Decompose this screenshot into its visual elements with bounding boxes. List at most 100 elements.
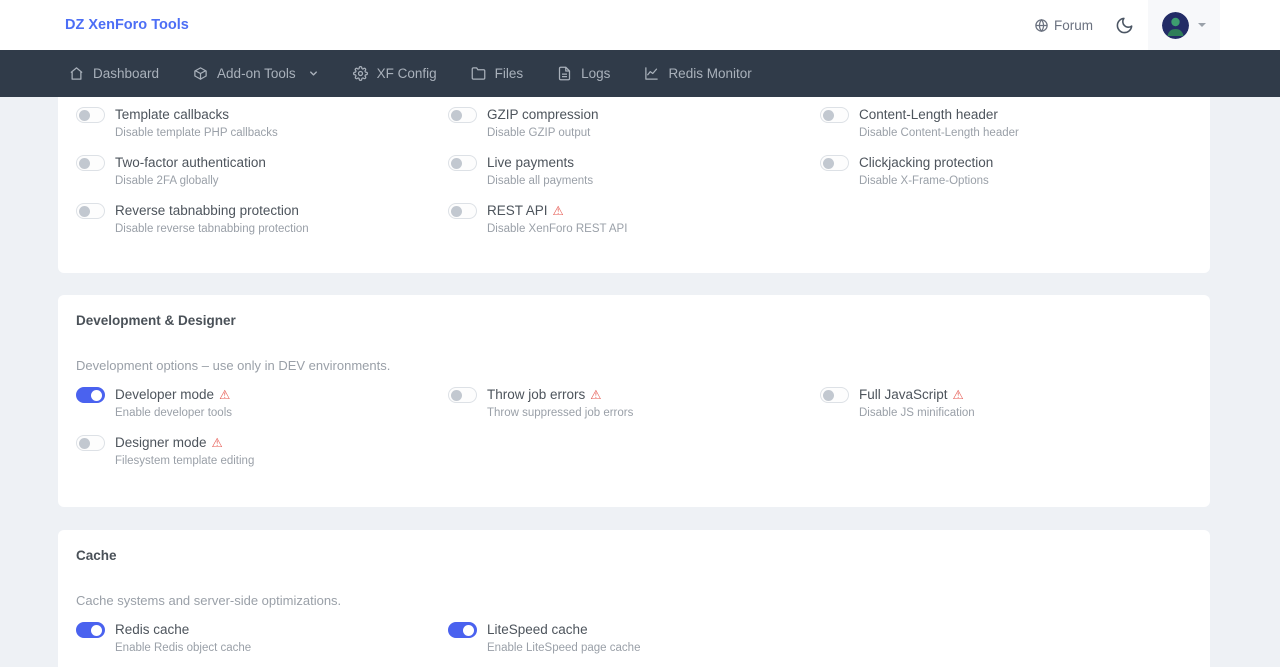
toggle-sublabel: Disable GZIP output — [487, 127, 599, 139]
toggle-label: Throw job errors⚠ — [487, 387, 602, 402]
toggle-label: LiteSpeed cache — [487, 622, 588, 637]
toggle-row-throw-job-errors: Throw job errors⚠ Throw suppressed job e… — [448, 386, 820, 419]
toggle-row-developer-mode: Developer mode⚠ Enable developer tools — [76, 386, 448, 419]
toggle-switch[interactable] — [820, 387, 849, 403]
chevron-down-icon — [308, 68, 319, 79]
toggle-row-content-length-header: Content-Length header Disable Content-Le… — [820, 106, 1192, 139]
toggle-label: Redis cache — [115, 622, 189, 637]
toggle-label: REST API⚠ — [487, 203, 564, 218]
toggle-sublabel: Disable template PHP callbacks — [115, 127, 278, 139]
card-security-toggles: Template callbacks Disable template PHP … — [58, 97, 1210, 273]
forum-link[interactable]: Forum — [1034, 18, 1093, 33]
nav-item-dashboard[interactable]: Dashboard — [65, 60, 163, 87]
toggle-text: Clickjacking protection Disable X-Frame-… — [859, 154, 993, 187]
card-title: Development & Designer — [76, 313, 1192, 328]
warning-icon: ⚠ — [553, 204, 564, 218]
package-icon — [193, 66, 208, 81]
toggle-sublabel: Enable Redis object cache — [115, 642, 251, 654]
caret-down-icon — [1198, 23, 1206, 27]
toggle-switch[interactable] — [76, 387, 105, 403]
toggle-sublabel: Disable reverse tabnabbing protection — [115, 223, 309, 235]
nav-item-files[interactable]: Files — [467, 60, 528, 87]
toggle-text: REST API⚠ Disable XenForo REST API — [487, 202, 627, 235]
card-header: Development & Designer — [58, 295, 1210, 328]
warning-icon: ⚠ — [590, 388, 601, 402]
toggle-row-gzip-compression: GZIP compression Disable GZIP output — [448, 106, 820, 139]
toggle-row-clickjacking-protection: Clickjacking protection Disable X-Frame-… — [820, 154, 1192, 187]
toggle-text: Designer mode⚠ Filesystem template editi… — [115, 434, 254, 467]
toggle-text: Throw job errors⚠ Throw suppressed job e… — [487, 386, 633, 419]
gear-icon — [353, 66, 368, 81]
toggle-row-full-javascript: Full JavaScript⚠ Disable JS minification — [820, 386, 1192, 419]
nav-item-redis-monitor[interactable]: Redis Monitor — [640, 60, 755, 87]
toggle-row-litespeed-cache: LiteSpeed cache Enable LiteSpeed page ca… — [448, 621, 820, 654]
toggle-row-two-factor-authentication: Two-factor authentication Disable 2FA gl… — [76, 154, 448, 187]
brand-link[interactable]: DZ XenForo Tools — [65, 17, 189, 33]
toggle-text: Full JavaScript⚠ Disable JS minification — [859, 386, 975, 419]
warning-icon: ⚠ — [953, 388, 964, 402]
cache-toggle-grid: Redis cache Enable Redis object cache Li… — [58, 621, 1210, 667]
top-bar: DZ XenForo Tools Forum — [0, 0, 1280, 50]
toggle-text: Two-factor authentication Disable 2FA gl… — [115, 154, 266, 187]
toggle-switch[interactable] — [448, 203, 477, 219]
toggle-switch[interactable] — [76, 203, 105, 219]
file-icon — [557, 66, 572, 81]
avatar — [1162, 12, 1189, 39]
user-menu[interactable] — [1148, 0, 1220, 50]
toggle-sublabel: Throw suppressed job errors — [487, 407, 633, 419]
nav-label: Dashboard — [93, 66, 159, 81]
toggle-label: Live payments — [487, 155, 574, 170]
toggle-text: Reverse tabnabbing protection Disable re… — [115, 202, 309, 235]
card-cache: Cache Cache systems and server-side opti… — [58, 530, 1210, 667]
toggle-sublabel: Disable all payments — [487, 175, 593, 187]
toggle-row-reverse-tabnabbing-protection: Reverse tabnabbing protection Disable re… — [76, 202, 448, 235]
toggle-sublabel: Disable JS minification — [859, 407, 975, 419]
toggle-text: Content-Length header Disable Content-Le… — [859, 106, 1019, 139]
toggle-sublabel: Disable 2FA globally — [115, 175, 266, 187]
nav-label: Logs — [581, 66, 610, 81]
nav-item-logs[interactable]: Logs — [553, 60, 614, 87]
toggle-label: Template callbacks — [115, 107, 229, 122]
toggle-switch[interactable] — [448, 622, 477, 638]
toggle-label: Content-Length header — [859, 107, 998, 122]
chart-icon — [644, 66, 659, 81]
toggle-text: Redis cache Enable Redis object cache — [115, 621, 251, 654]
nav-item-addon-tools[interactable]: Add-on Tools — [189, 60, 323, 87]
folder-icon — [471, 66, 486, 81]
toggle-label: Reverse tabnabbing protection — [115, 203, 299, 218]
dark-mode-toggle[interactable] — [1115, 16, 1134, 35]
toggle-switch[interactable] — [448, 155, 477, 171]
toggle-text: Live payments Disable all payments — [487, 154, 593, 187]
card-development-designer: Development & Designer Development optio… — [58, 295, 1210, 507]
card-description: Cache systems and server-side optimizati… — [58, 593, 1210, 608]
toggle-switch[interactable] — [448, 107, 477, 123]
toggle-switch[interactable] — [76, 435, 105, 451]
home-icon — [69, 66, 84, 81]
toggle-text: Template callbacks Disable template PHP … — [115, 106, 278, 139]
security-toggle-grid: Template callbacks Disable template PHP … — [58, 97, 1210, 273]
toggle-row-redis-cache: Redis cache Enable Redis object cache — [76, 621, 448, 654]
moon-icon — [1115, 16, 1134, 35]
toggle-row-template-callbacks: Template callbacks Disable template PHP … — [76, 106, 448, 139]
toggle-switch[interactable] — [448, 387, 477, 403]
toggle-label: Full JavaScript⚠ — [859, 387, 964, 402]
toggle-switch[interactable] — [76, 107, 105, 123]
toggle-row-designer-mode: Designer mode⚠ Filesystem template editi… — [76, 434, 448, 467]
main-content: Template callbacks Disable template PHP … — [0, 97, 1280, 667]
toggle-label: Clickjacking protection — [859, 155, 993, 170]
nav-item-xf-config[interactable]: XF Config — [349, 60, 441, 87]
toggle-row-live-payments: Live payments Disable all payments — [448, 154, 820, 187]
main-nav: Dashboard Add-on Tools XF Config — [0, 50, 1280, 97]
warning-icon: ⚠ — [212, 436, 223, 450]
toggle-switch[interactable] — [820, 155, 849, 171]
toggle-sublabel: Disable X-Frame-Options — [859, 175, 993, 187]
development-toggle-grid: Developer mode⚠ Enable developer tools T… — [58, 386, 1210, 507]
toggle-sublabel: Enable developer tools — [115, 407, 232, 419]
toggle-switch[interactable] — [820, 107, 849, 123]
nav-label: Add-on Tools — [217, 66, 296, 81]
toggle-switch[interactable] — [76, 155, 105, 171]
toggle-switch[interactable] — [76, 622, 105, 638]
topbar-right: Forum — [1034, 0, 1220, 50]
toggle-sublabel: Disable Content-Length header — [859, 127, 1019, 139]
card-description: Development options – use only in DEV en… — [58, 358, 1210, 373]
